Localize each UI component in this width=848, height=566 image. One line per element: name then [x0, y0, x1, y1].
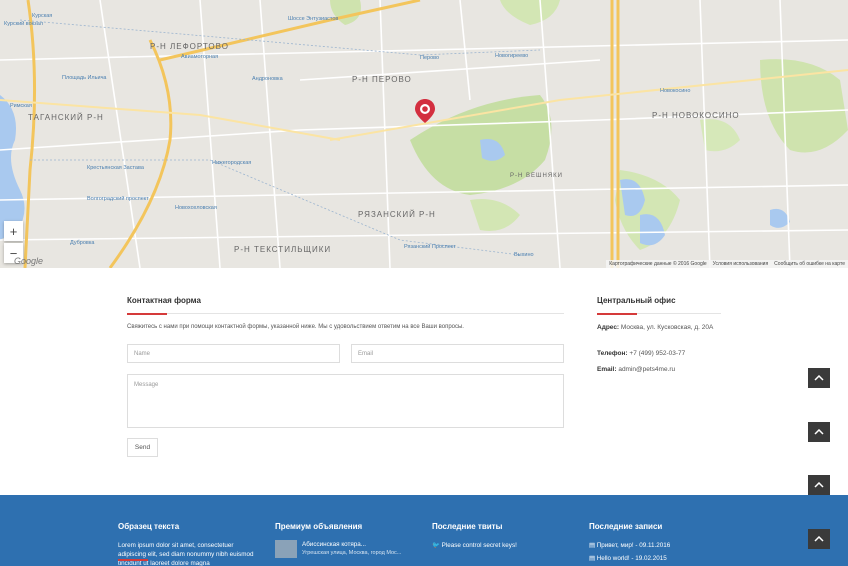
google-logo: Google [14, 256, 44, 266]
section-divider [127, 313, 564, 315]
document-icon: ▤ [589, 542, 595, 549]
district-label: Р-Н ЛЕФОРТОВО [150, 42, 229, 51]
contact-intro: Свяжитесь с нами при помощи контактной ф… [127, 324, 464, 330]
footer-col1-text: Lorem ipsum dolor sit amet, consectetuer… [118, 542, 254, 566]
footer: Образец текста Lorem ipsum dolor sit ame… [0, 495, 848, 566]
station-label: Новохохловская [175, 205, 217, 211]
office-phone: Телефон: +7 (499) 952-03-77 [597, 348, 685, 359]
map-canvas [0, 0, 848, 268]
post-link: Hello world! - 19.02.2015 [596, 555, 667, 562]
station-label: Новогиреево [495, 53, 529, 59]
email-placeholder: Email [358, 350, 374, 357]
office-address: Адрес: Москва, ул. Кусковская, д. 20А [597, 322, 721, 333]
station-label: Курский вокзал [4, 21, 43, 27]
message-textarea[interactable]: Message [127, 374, 564, 428]
post-link: Привет, мир! - 09.11.2016 [596, 542, 671, 549]
send-button[interactable]: Send [127, 438, 158, 457]
map-marker-icon[interactable] [414, 98, 436, 124]
station-label: Площадь Ильича [62, 75, 107, 81]
scroll-top-button[interactable] [808, 422, 830, 442]
office-title: Центральный офис [597, 296, 676, 305]
chevron-up-icon [814, 482, 824, 488]
station-label: Римская [10, 103, 32, 109]
station-label: Выхино [514, 252, 534, 258]
district-label: Р-Н ВЕШНЯКИ [510, 173, 563, 179]
station-label: Андроновка [252, 76, 283, 82]
section-divider [597, 313, 721, 315]
district-label: Р-Н НОВОКОСИНО [652, 111, 740, 120]
zoom-in-button[interactable]: + [4, 221, 23, 241]
station-label: Перово [420, 55, 440, 61]
station-label: Новокосино [660, 88, 691, 94]
scroll-top-button[interactable] [808, 529, 830, 549]
name-placeholder: Name [134, 350, 151, 357]
footer-col2-title: Премиум объявления [275, 522, 363, 531]
chevron-up-icon [814, 375, 824, 381]
contact-form-title: Контактная форма [127, 296, 201, 305]
station-label: Волгоградский проспект [87, 196, 149, 202]
scroll-top-button[interactable] [808, 368, 830, 388]
station-label: Рязанский Проспект [404, 244, 456, 250]
map-attribution: Картографические данные © 2016 Google Ус… [606, 260, 848, 268]
tweet-text: Please control secret keys! [441, 542, 517, 549]
zoom-in-icon: + [9, 223, 18, 239]
recent-post[interactable]: ▤ Hello world! - 19.02.2015 [589, 554, 667, 563]
station-label: Курская [32, 13, 53, 19]
ad-thumbnail[interactable] [275, 540, 297, 558]
document-icon: ▤ [589, 555, 595, 562]
content-area: Контактная форма Свяжитесь с нами при по… [0, 268, 848, 495]
ad-subtitle: Угрешская улица, Москва, город Мос... [302, 550, 402, 556]
station-label: Авиамоторная [181, 54, 219, 60]
footer-col4-title: Последние записи [589, 522, 663, 531]
twitter-icon: 🐦 [432, 542, 440, 549]
tweet-item[interactable]: 🐦 Please control secret keys! [432, 541, 517, 550]
district-label: Р-Н ПЕРОВО [352, 75, 412, 84]
address-value: Москва, ул. Кусковская, д. 20А [620, 324, 714, 331]
station-label: Дубровка [70, 240, 95, 246]
address-label: Адрес: [597, 324, 620, 331]
map-data-credit: Картографические данные © 2016 Google [609, 261, 707, 267]
email-field[interactable]: Email [351, 344, 564, 363]
terms-link[interactable]: Условия использования [713, 261, 769, 267]
footer-col1-title: Образец текста [118, 522, 180, 531]
station-label: Шоссе Энтузиастов [288, 16, 339, 22]
district-label: РЯЗАНСКИЙ Р-Н [358, 210, 436, 219]
district-label: Р-Н ТЕКСТИЛЬЩИКИ [234, 245, 332, 254]
chevron-up-icon [814, 429, 824, 435]
report-error-link[interactable]: Сообщить об ошибке на карте [774, 261, 845, 267]
phone-value: +7 (499) 952-03-77 [629, 350, 686, 357]
phone-label: Телефон: [597, 350, 628, 357]
scroll-top-button[interactable] [808, 475, 830, 495]
name-field[interactable]: Name [127, 344, 340, 363]
message-placeholder: Message [134, 382, 159, 388]
ad-title[interactable]: Абиссинская котяра... [302, 540, 366, 549]
email-value[interactable]: admin@pets4me.ru [618, 366, 675, 373]
recent-post[interactable]: ▤ Привет, мир! - 09.11.2016 [589, 541, 670, 550]
office-email: Email: admin@pets4me.ru [597, 364, 675, 375]
district-label: ТАГАНСКИЙ Р-Н [28, 113, 104, 122]
station-label: Нижегородская [212, 160, 252, 166]
email-label: Email: [597, 366, 617, 373]
footer-col3-title: Последние твиты [432, 522, 503, 531]
map[interactable]: Р-Н ЛЕФОРТОВО Р-Н ПЕРОВО ТАГАНСКИЙ Р-Н Р… [0, 0, 848, 268]
footer-accent-line [118, 559, 148, 561]
station-label: Крестьянская Застава [87, 165, 144, 171]
chevron-up-icon [814, 536, 824, 542]
